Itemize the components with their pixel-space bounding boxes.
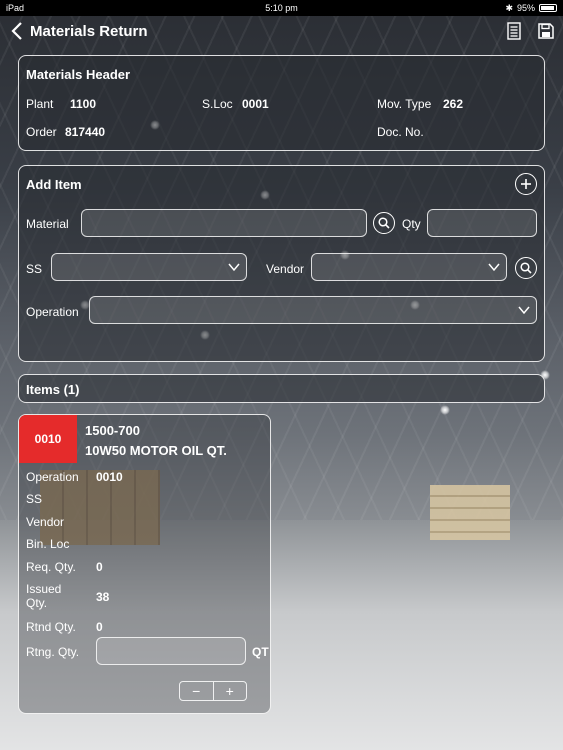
chevron-down-icon [488, 263, 500, 272]
status-bar: iPad 5:10 pm ✱ 95% [0, 0, 563, 16]
items-header[interactable]: Items (1) [18, 374, 545, 403]
save-icon[interactable] [537, 22, 555, 40]
plant-value: 1100 [70, 97, 97, 111]
item-card[interactable]: 0010 1500-700 10W50 MOTOR OIL QT. Operat… [18, 414, 271, 714]
item-material-description: 10W50 MOTOR OIL QT. [85, 443, 227, 458]
vendor-label: Vendor [266, 262, 305, 276]
item-ss-label: SS [26, 492, 43, 506]
item-rtndqty-label: Rtnd Qty. [26, 620, 76, 634]
add-item-button[interactable] [515, 173, 537, 195]
ss-label: SS [26, 262, 43, 276]
qty-input[interactable] [427, 209, 537, 237]
list-document-icon[interactable] [505, 22, 523, 40]
item-rtndqty-value: 0 [96, 620, 103, 634]
plant-label: Plant [26, 97, 54, 111]
item-operation-value: 0010 [96, 470, 123, 484]
sloc-label: S.Loc [202, 97, 233, 111]
order-label: Order [26, 125, 57, 139]
vendor-search-button[interactable] [515, 257, 537, 279]
decrement-button[interactable]: − [180, 682, 213, 700]
nav-bar: Materials Return [0, 16, 563, 46]
item-issuedqty-value: 38 [96, 590, 110, 604]
panel-title: Materials Header [26, 67, 131, 82]
item-unit-label: QT [252, 645, 269, 659]
material-search-button[interactable] [373, 212, 395, 234]
materials-header-panel: Materials Header Plant 1100 S.Loc 0001 M… [18, 55, 545, 151]
chevron-down-icon [228, 263, 240, 272]
order-value: 817440 [65, 125, 106, 139]
back-button[interactable]: Materials Return [0, 21, 148, 41]
item-issuedqty-label: Issued Qty. [26, 582, 62, 610]
sloc-value: 0001 [242, 97, 269, 111]
chevron-left-icon [11, 22, 22, 40]
chevron-down-icon [518, 306, 530, 315]
ss-select[interactable] [51, 253, 247, 281]
panel-title: Add Item [26, 177, 82, 192]
battery-icon [539, 4, 557, 12]
search-icon [378, 217, 390, 229]
increment-button[interactable]: + [212, 682, 247, 700]
items-count-label: Items (1) [26, 382, 80, 397]
qty-label: Qty [402, 217, 421, 231]
bluetooth-icon: ✱ [505, 2, 513, 13]
item-material-number: 1500-700 [85, 423, 140, 438]
item-position-badge: 0010 [19, 415, 77, 463]
return-qty-input[interactable] [96, 637, 246, 665]
operation-label: Operation [26, 305, 79, 319]
search-icon [520, 262, 532, 274]
page-title: Materials Return [30, 22, 148, 40]
material-input[interactable] [81, 209, 367, 237]
movtype-label: Mov. Type [377, 97, 432, 111]
clock: 5:10 pm [265, 3, 298, 13]
vendor-select[interactable] [311, 253, 507, 281]
item-operation-label: Operation [26, 470, 79, 484]
item-binloc-label: Bin. Loc [26, 537, 70, 551]
carrier-label: iPad [6, 3, 25, 13]
plus-icon [521, 179, 531, 189]
docno-label: Doc. No. [377, 125, 424, 139]
movtype-value: 262 [443, 97, 464, 111]
battery-percent: 95% [516, 3, 535, 13]
quantity-stepper[interactable]: − + [179, 681, 247, 701]
item-rtngqty-label: Rtng. Qty. [26, 645, 80, 659]
pallet-stack [430, 485, 510, 540]
item-reqqty-label: Req. Qty. [26, 560, 76, 574]
operation-select[interactable] [89, 296, 537, 324]
item-reqqty-value: 0 [96, 560, 103, 574]
item-vendor-label: Vendor [26, 515, 65, 529]
material-label: Material [26, 217, 69, 231]
add-item-panel: Add Item Material Qty SS Vendor Operatio… [18, 165, 545, 362]
